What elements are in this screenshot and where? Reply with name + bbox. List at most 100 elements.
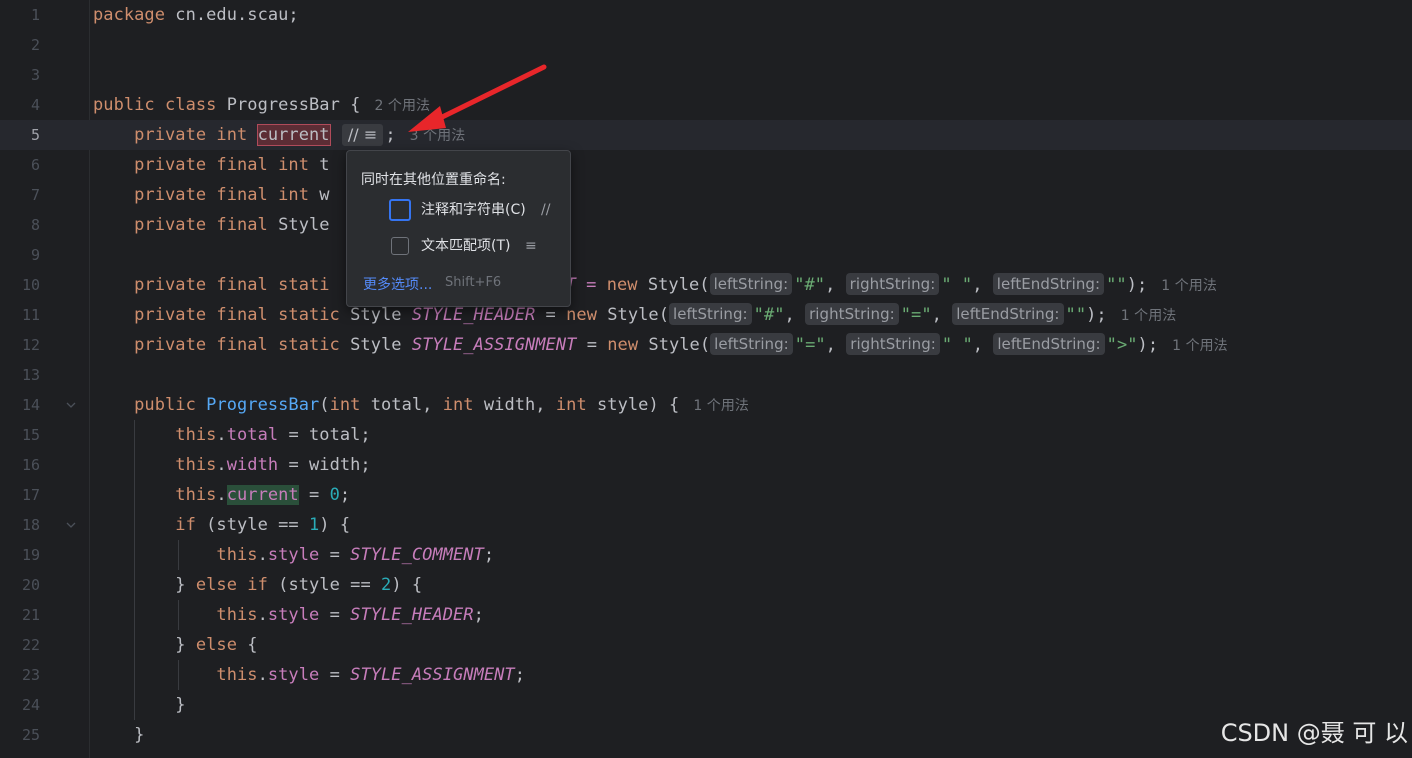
- text-occurrences-toggle-icon[interactable]: ≡: [364, 125, 377, 144]
- static-field: STYLE_ASSIGNMENT: [411, 335, 577, 355]
- code-line[interactable]: 21 this.style = STYLE_HEADER;: [0, 600, 1412, 630]
- code-text: (style ==: [267, 575, 382, 595]
- code-line[interactable]: 25 }: [0, 720, 1412, 750]
- keyword: private final: [134, 215, 279, 235]
- keyword: new: [607, 335, 639, 355]
- code-editor[interactable]: 1 package cn.edu.scau; 2 3 4 public clas…: [0, 0, 1412, 758]
- usage-hint[interactable]: 1 个用法: [693, 398, 749, 414]
- code-line[interactable]: 6 private final int t: [0, 150, 1412, 180]
- code-line[interactable]: 1 package cn.edu.scau;: [0, 0, 1412, 30]
- code-line[interactable]: 2: [0, 30, 1412, 60]
- code-line[interactable]: 19 this.style = STYLE_COMMENT;: [0, 540, 1412, 570]
- text-lines-icon: ≡: [525, 238, 537, 254]
- code-text: }: [175, 695, 186, 715]
- keyword: this: [216, 545, 258, 565]
- code-line[interactable]: 7 private final int w: [0, 180, 1412, 210]
- line-number: 3: [30, 66, 40, 84]
- static-field: STYLE_HEADER: [350, 605, 474, 625]
- line-number: 21: [21, 606, 40, 624]
- number-literal: 2: [381, 575, 392, 595]
- text-occurrences-checkbox[interactable]: [391, 237, 409, 255]
- code-text: width,: [473, 395, 556, 415]
- code-line[interactable]: 3: [0, 60, 1412, 90]
- more-options-link[interactable]: 更多选项...: [363, 274, 432, 294]
- code-text: .: [216, 425, 227, 445]
- code-text: ;: [385, 125, 396, 145]
- string-literal: "#": [753, 305, 785, 325]
- code-text: =: [298, 485, 330, 505]
- comments-checkbox[interactable]: [389, 199, 411, 221]
- code-line[interactable]: 11 private final static Style STYLE_HEAD…: [0, 300, 1412, 330]
- code-line[interactable]: 15 this.total = total;: [0, 420, 1412, 450]
- code-text: .: [257, 605, 268, 625]
- code-text: .: [257, 665, 268, 685]
- line-number: 24: [21, 696, 40, 714]
- line-number: 4: [30, 96, 40, 114]
- code-text: );: [1126, 275, 1148, 295]
- rename-options-controls[interactable]: // ≡: [341, 124, 384, 146]
- code-line[interactable]: 10 private final stati T = new Style(left…: [0, 270, 1412, 300]
- code-text: .: [257, 545, 268, 565]
- code-text: .: [216, 485, 227, 505]
- usage-hint[interactable]: 3 个用法: [410, 128, 466, 144]
- parameter-hint: rightString:: [805, 303, 899, 325]
- line-number: 12: [21, 336, 40, 354]
- parameter-hint: leftString:: [668, 303, 752, 325]
- comment-slashes-icon: //: [541, 202, 551, 218]
- line-number: 8: [30, 216, 40, 234]
- usage-hint[interactable]: 1 个用法: [1161, 278, 1217, 294]
- static-field: STYLE_ASSIGNMENT: [350, 665, 515, 685]
- field-highlighted: current: [226, 485, 299, 505]
- line-number: 14: [21, 396, 40, 414]
- keyword: public: [134, 395, 196, 415]
- string-literal: "=": [794, 335, 826, 355]
- code-line[interactable]: 14 public ProgressBar(int total, int wid…: [0, 390, 1412, 420]
- keyword: private final int: [134, 155, 320, 175]
- line-number: 16: [21, 456, 40, 474]
- code-line[interactable]: 4 public class ProgressBar {2 个用法: [0, 90, 1412, 120]
- line-number: 2: [30, 36, 40, 54]
- code-text: ;: [483, 545, 495, 565]
- keyword: int: [442, 395, 474, 415]
- code-line[interactable]: 18 if (style == 1) {: [0, 510, 1412, 540]
- usage-hint[interactable]: 1 个用法: [1121, 308, 1177, 324]
- code-line[interactable]: 16 this.width = width;: [0, 450, 1412, 480]
- code-line[interactable]: 12 private final static Style STYLE_ASSI…: [0, 330, 1412, 360]
- code-text: ;: [473, 605, 484, 625]
- code-line[interactable]: 9: [0, 240, 1412, 270]
- line-number: 19: [21, 546, 40, 564]
- code-line[interactable]: 20 } else if (style == 2) {: [0, 570, 1412, 600]
- fold-chevron-icon[interactable]: [64, 398, 78, 412]
- usage-hint[interactable]: 2 个用法: [374, 98, 430, 114]
- code-line-current[interactable]: 5 private int current // ≡; 3 个用法: [0, 120, 1412, 150]
- keyword: private final static: [134, 335, 340, 355]
- keyword: private final static: [134, 305, 340, 325]
- code-line[interactable]: 13: [0, 360, 1412, 390]
- keyword: else: [195, 575, 237, 595]
- constructor-name: ProgressBar: [206, 395, 320, 415]
- keyword: new: [606, 275, 638, 295]
- keyword: private final stati: [134, 275, 330, 295]
- code-line[interactable]: 8 private final Style: [0, 210, 1412, 240]
- line-number: 7: [30, 186, 40, 204]
- code-line[interactable]: 24 }: [0, 690, 1412, 720]
- keyword: public: [93, 95, 155, 115]
- code-text: =: [535, 305, 567, 325]
- code-line[interactable]: 23 this.style = STYLE_ASSIGNMENT;: [0, 660, 1412, 690]
- watermark: CSDN @聂 可 以: [1220, 719, 1408, 747]
- field: total: [226, 425, 279, 445]
- parameter-hint: rightString:: [846, 333, 940, 355]
- rename-field[interactable]: current: [256, 124, 331, 146]
- popup-title: 同时在其他位置重命名:: [361, 172, 506, 188]
- code-line[interactable]: 22 } else {: [0, 630, 1412, 660]
- usage-hint[interactable]: 1 个用法: [1172, 338, 1228, 354]
- keyword: this: [175, 425, 217, 445]
- fold-chevron-icon[interactable]: [64, 518, 78, 532]
- line-number: 15: [21, 426, 40, 444]
- comments-toggle-icon[interactable]: //: [348, 125, 359, 144]
- code-line[interactable]: 17 this.current = 0;: [0, 480, 1412, 510]
- code-text: cn.edu.scau;: [165, 5, 299, 25]
- line-number: 18: [21, 516, 40, 534]
- shortcut-hint: Shift+F6: [445, 275, 502, 290]
- code-text: }: [175, 635, 196, 655]
